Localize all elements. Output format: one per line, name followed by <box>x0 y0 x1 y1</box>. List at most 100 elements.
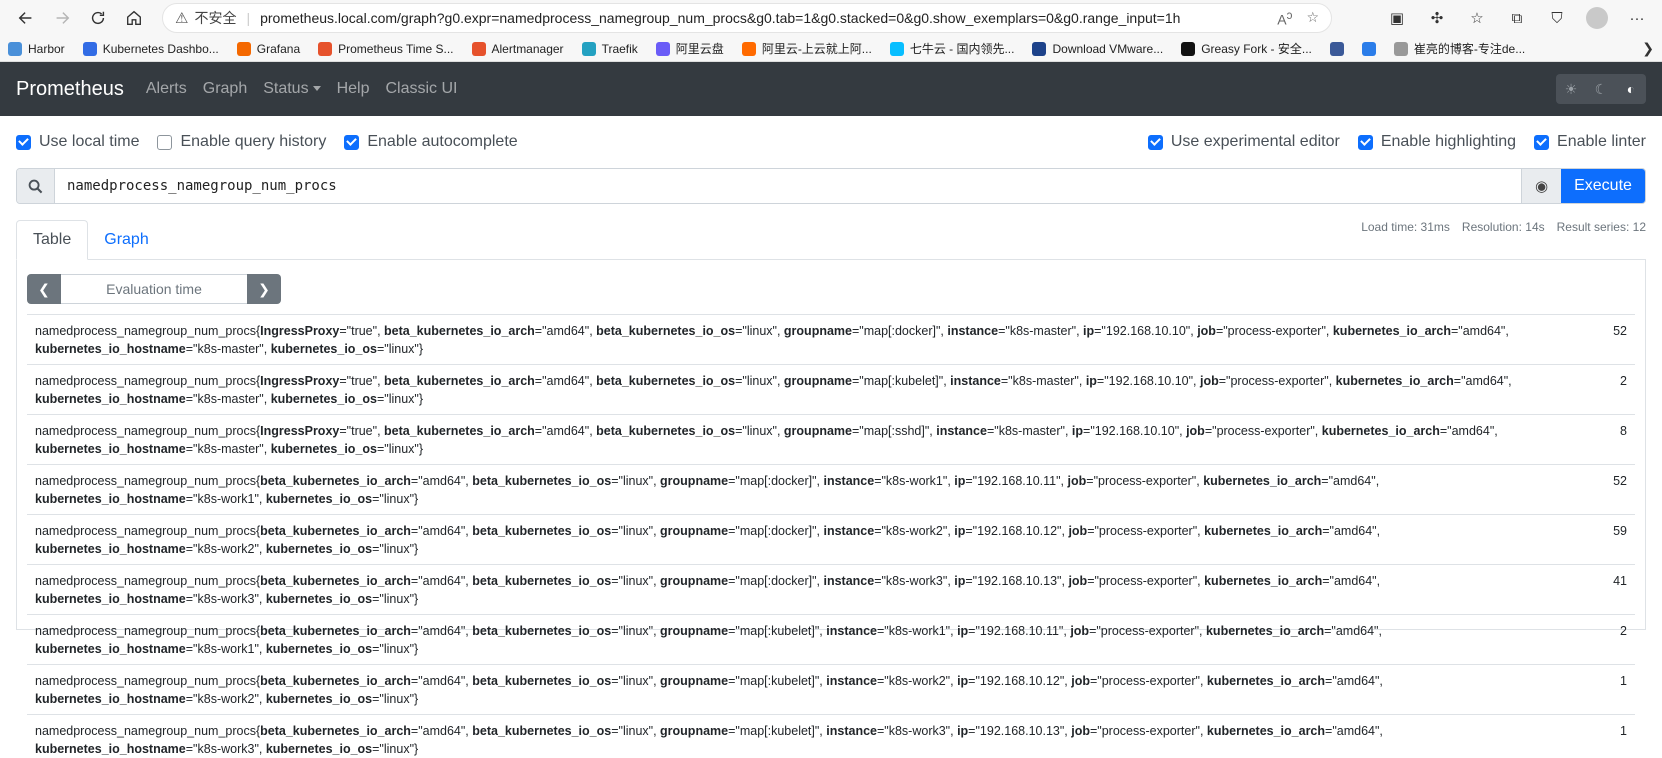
option-label: Enable query history <box>180 133 327 150</box>
enable-linter-option[interactable]: Enable linter <box>1534 133 1646 151</box>
bookmark-item[interactable]: Prometheus Time S... <box>318 41 454 56</box>
bookmark-item[interactable]: Download VMware... <box>1032 41 1164 56</box>
extension-icon[interactable]: ▣ <box>1380 3 1414 33</box>
option-label: Enable highlighting <box>1380 133 1517 150</box>
bookmark-label: Download VMware... <box>1052 41 1164 56</box>
results-table: namedprocess_namegroup_num_procs{Ingress… <box>27 314 1635 758</box>
bookmark-item[interactable]: 七牛云 - 国内领先... <box>889 40 1014 57</box>
bookmark-item[interactable]: 崔亮的博客-专注de... <box>1393 40 1526 57</box>
warning-icon: ⚠ <box>175 10 189 27</box>
bookmark-favicon-icon <box>82 41 97 56</box>
checkbox-checked[interactable] <box>16 134 31 150</box>
favorites-icon[interactable]: ☆ <box>1460 3 1494 33</box>
contrast-icon[interactable]: ◐ <box>1616 74 1646 104</box>
series-labels: namedprocess_namegroup_num_procs{beta_ku… <box>35 724 1383 756</box>
series-labels: namedprocess_namegroup_num_procs{beta_ku… <box>35 574 1381 606</box>
bookmark-item[interactable]: Greasy Fork - 安全... <box>1181 40 1312 57</box>
checkbox-checked[interactable] <box>344 134 360 150</box>
option-label: Use experimental editor <box>1170 133 1340 150</box>
resolution: Resolution: 14s <box>1461 220 1545 234</box>
bookmark-item[interactable]: Alertmanager <box>471 41 564 56</box>
bookmark-label: Greasy Fork - 安全... <box>1201 42 1312 56</box>
reload-icon <box>91 11 105 25</box>
bookmark-item[interactable]: Kubernetes Dashbo... <box>82 41 219 56</box>
address-bar[interactable]: ⚠ 不安全 | prometheus.local.com/graph?g0.ex… <box>162 3 1332 33</box>
sun-icon[interactable]: ☀ <box>1556 74 1586 104</box>
bookmark-label: Alertmanager <box>491 41 564 56</box>
experimental-editor-option[interactable]: Use experimental editor <box>1147 133 1340 151</box>
bookmark-label: 阿里云盘 <box>675 42 724 56</box>
insecure-label: 不安全 <box>194 10 237 26</box>
bookmark-item[interactable] <box>1329 41 1344 56</box>
eval-next-button[interactable]: ❯ <box>247 274 281 304</box>
chevron-left-icon: ❮ <box>38 280 50 297</box>
bookmark-favicon-icon <box>1181 41 1196 56</box>
collections-icon[interactable]: ⧉ <box>1500 3 1534 33</box>
bookmark-label: Harbor <box>28 41 65 56</box>
bookmark-favicon-icon <box>8 41 22 56</box>
more-menu-icon[interactable]: ··· <box>1620 3 1654 33</box>
checkbox-checked[interactable] <box>1357 134 1373 150</box>
back-button[interactable] <box>8 3 44 33</box>
bookmark-item[interactable] <box>1361 41 1376 56</box>
execute-button[interactable]: Execute <box>1561 169 1645 203</box>
reload-button[interactable] <box>80 3 116 33</box>
bookmark-item[interactable]: 阿里云盘 <box>655 40 724 57</box>
avatar-icon <box>1586 7 1608 29</box>
enable-autocomplete-option[interactable]: Enable autocomplete <box>344 133 518 151</box>
puzzle-icon[interactable]: ✣ <box>1420 3 1454 33</box>
read-aloud-icon[interactable]: Aↄ <box>1277 9 1292 28</box>
options-bar: Use local time Enable query history Enab… <box>0 116 1662 168</box>
evaluation-time-input[interactable]: Evaluation time <box>61 274 247 304</box>
nav-help[interactable]: Help <box>337 80 370 98</box>
series-value: 52 <box>1613 474 1627 488</box>
bookmark-favicon-icon <box>236 41 251 56</box>
query-stats: Load time: 31ms Resolution: 14s Result s… <box>1361 220 1646 234</box>
eval-prev-button[interactable]: ❮ <box>27 274 61 304</box>
nav-status[interactable]: Status <box>263 80 321 98</box>
tab-graph[interactable]: Graph <box>88 221 164 259</box>
enable-query-history-option[interactable]: Enable query history <box>157 133 326 151</box>
checkbox-checked[interactable] <box>1534 134 1550 150</box>
search-icon <box>17 169 55 203</box>
bookmark-label: Kubernetes Dashbo... <box>102 41 219 56</box>
url-text[interactable]: prometheus.local.com/graph?g0.expr=named… <box>260 10 1277 26</box>
moon-icon[interactable]: ☾ <box>1586 74 1616 104</box>
option-label: Enable autocomplete <box>367 133 518 150</box>
checkbox-unchecked[interactable] <box>157 134 173 150</box>
bookmark-favicon-icon <box>889 41 904 56</box>
expression-input[interactable]: namedprocess_namegroup_num_procs <box>55 169 1521 203</box>
forward-button[interactable] <box>44 3 80 33</box>
bookmark-favicon-icon <box>1032 41 1047 56</box>
enable-highlighting-option[interactable]: Enable highlighting <box>1357 133 1517 151</box>
nav-status-label: Status <box>263 80 309 97</box>
bookmarks-overflow-icon[interactable]: ❯ <box>1642 40 1654 57</box>
brand-link[interactable]: Prometheus <box>16 78 124 101</box>
use-local-time-option[interactable]: Use local time <box>16 133 139 151</box>
series-value: 1 <box>1620 674 1627 688</box>
table-row: namedprocess_namegroup_num_procs{beta_ku… <box>27 614 1635 664</box>
bookmark-item[interactable]: Grafana <box>236 41 301 56</box>
bookmark-favicon-icon <box>1329 41 1344 56</box>
nav-graph[interactable]: Graph <box>203 80 247 98</box>
home-button[interactable] <box>116 3 152 33</box>
tab-table[interactable]: Table <box>16 220 89 260</box>
bookmark-item[interactable]: 阿里云-上云就上阿... <box>741 40 872 57</box>
bookmark-label: 崔亮的博客-专注de... <box>1413 42 1526 56</box>
series-value: 2 <box>1620 624 1627 638</box>
chevron-right-icon: ❯ <box>258 280 270 297</box>
bookmark-label: Grafana <box>256 41 301 56</box>
profile-avatar[interactable] <box>1580 3 1614 33</box>
bookmark-favicon-icon <box>1393 41 1408 56</box>
nav-alerts[interactable]: Alerts <box>146 80 187 98</box>
favorite-add-icon[interactable]: ☆ <box>1306 9 1319 28</box>
bookmark-item[interactable]: Harbor <box>8 41 65 56</box>
checkbox-checked[interactable] <box>1147 134 1163 150</box>
option-label: Use local time <box>39 133 140 150</box>
arrow-right-icon <box>56 12 70 24</box>
metrics-explorer-icon[interactable]: ◉ <box>1521 169 1561 203</box>
shield-icon[interactable]: ⛉ <box>1540 3 1574 33</box>
table-row: namedprocess_namegroup_num_procs{Ingress… <box>27 364 1635 414</box>
bookmark-item[interactable]: Traefik <box>581 41 638 56</box>
nav-classic-ui[interactable]: Classic UI <box>385 80 457 98</box>
